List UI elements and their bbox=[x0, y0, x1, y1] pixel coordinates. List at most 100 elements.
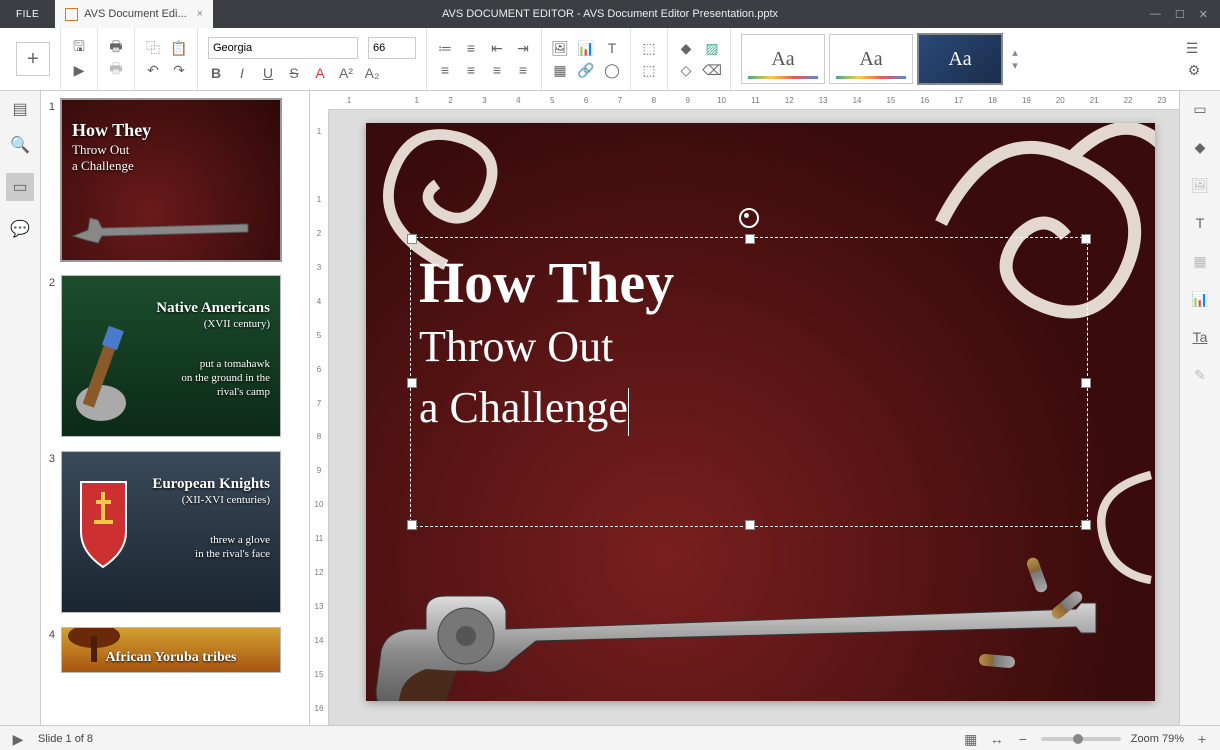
paste-icon[interactable]: 📋 bbox=[171, 40, 187, 56]
theme-option-1[interactable]: Aa bbox=[741, 34, 825, 84]
clear-style-icon[interactable]: ⌫ bbox=[704, 62, 720, 78]
resize-handle[interactable] bbox=[1081, 234, 1091, 244]
resize-handle[interactable] bbox=[1081, 378, 1091, 388]
slides-panel-icon[interactable]: ▭ bbox=[6, 173, 34, 201]
current-slide[interactable]: How They Throw Out a Challenge bbox=[366, 123, 1155, 701]
comments-icon[interactable]: 💬 bbox=[12, 221, 28, 237]
font-name-select[interactable] bbox=[208, 37, 358, 59]
print-icon[interactable]: 🖶 bbox=[108, 40, 124, 56]
align-center-icon[interactable]: ≡ bbox=[463, 62, 479, 78]
title-line-2: Throw Out bbox=[419, 322, 1079, 373]
zoom-in-icon[interactable]: + bbox=[1194, 731, 1210, 747]
resize-handle[interactable] bbox=[407, 378, 417, 388]
save-icon[interactable]: 🖫 bbox=[71, 40, 87, 56]
fit-slide-icon[interactable]: ▦ bbox=[963, 731, 979, 747]
italic-icon[interactable]: I bbox=[234, 65, 250, 81]
slide-number: 1 bbox=[45, 99, 55, 261]
presentation-icon bbox=[65, 8, 78, 21]
align-right-icon[interactable]: ≡ bbox=[489, 62, 505, 78]
theme-more-button[interactable]: ▴▾ bbox=[1007, 35, 1023, 83]
table-settings-icon[interactable]: ▦ bbox=[1192, 253, 1208, 269]
slide-number: 3 bbox=[45, 451, 55, 613]
undo-icon[interactable]: ↶ bbox=[145, 62, 161, 78]
decrease-indent-icon[interactable]: ⇤ bbox=[489, 40, 505, 56]
superscript-icon[interactable]: A² bbox=[338, 65, 354, 81]
rotate-handle-icon[interactable] bbox=[739, 208, 759, 228]
underline-icon[interactable]: U bbox=[260, 65, 276, 81]
signature-settings-icon[interactable]: ✎ bbox=[1192, 367, 1208, 383]
subscript-icon[interactable]: A₂ bbox=[364, 65, 380, 81]
titlebar: FILE AVS Document Edi... × AVS DOCUMENT … bbox=[0, 0, 1220, 28]
title-line-1: How They bbox=[419, 254, 1079, 312]
insert-table-icon[interactable]: ▦ bbox=[552, 62, 568, 78]
image-settings-icon[interactable]: 🖼 bbox=[1192, 177, 1208, 193]
theme-option-3[interactable]: Aa bbox=[917, 33, 1003, 85]
numbering-icon[interactable]: ≡ bbox=[463, 40, 479, 56]
close-tab-icon[interactable]: × bbox=[197, 8, 203, 20]
slide-thumb-4[interactable]: African Yoruba tribes bbox=[61, 627, 281, 673]
vertical-ruler: 112345678910111213141516 bbox=[310, 109, 329, 725]
zoom-out-icon[interactable]: − bbox=[1015, 731, 1031, 747]
search-icon[interactable]: 🔍 bbox=[12, 137, 28, 153]
left-sidebar: ▤ 🔍 ▭ 💬 bbox=[0, 91, 41, 725]
close-window-icon[interactable]: ✕ bbox=[1199, 8, 1208, 21]
editor-canvas: 11234567891011121314151617181920212223 1… bbox=[310, 91, 1179, 725]
shape-fill-icon[interactable]: ◆ bbox=[678, 40, 694, 56]
zoom-slider[interactable] bbox=[1041, 737, 1121, 741]
slide-settings-icon[interactable]: ▭ bbox=[1192, 101, 1208, 117]
maximize-icon[interactable]: ☐ bbox=[1175, 8, 1185, 21]
insert-chart-icon[interactable]: 📊 bbox=[578, 40, 594, 56]
textart-settings-icon[interactable]: Ta bbox=[1192, 329, 1208, 345]
arrange-icon[interactable]: ⬚ bbox=[641, 40, 657, 56]
right-sidebar: ▭ ◆ 🖼 T ▦ 📊 Ta ✎ bbox=[1179, 91, 1220, 725]
start-slideshow-icon[interactable]: ▶ bbox=[10, 731, 26, 747]
fit-width-icon[interactable]: ↔ bbox=[989, 731, 1005, 747]
chart-settings-icon[interactable]: 📊 bbox=[1192, 291, 1208, 307]
copy-icon[interactable]: ⿻ bbox=[145, 40, 161, 56]
font-size-select[interactable] bbox=[368, 37, 416, 59]
slide-thumb-3[interactable]: European Knights (XII-XVI centuries) thr… bbox=[61, 451, 281, 613]
slide-thumb-1[interactable]: How They Throw Out a Challenge bbox=[61, 99, 281, 261]
resize-handle[interactable] bbox=[407, 234, 417, 244]
shape-outline-icon[interactable]: ◇ bbox=[678, 62, 694, 78]
horizontal-ruler: 11234567891011121314151617181920212223 bbox=[310, 91, 1179, 110]
font-color-icon[interactable]: A bbox=[312, 65, 328, 81]
resize-handle[interactable] bbox=[1081, 520, 1091, 530]
text-settings-icon[interactable]: T bbox=[1192, 215, 1208, 231]
increase-indent-icon[interactable]: ⇥ bbox=[515, 40, 531, 56]
slide-background-icon[interactable]: ▨ bbox=[704, 40, 720, 56]
align-left-icon[interactable]: ≡ bbox=[437, 62, 453, 78]
view-settings-icon[interactable]: ☰ bbox=[1184, 40, 1200, 56]
quick-print-icon[interactable]: 🖶 bbox=[108, 62, 124, 78]
play-slideshow-icon[interactable]: ▶ bbox=[71, 62, 87, 78]
statusbar: ▶ Slide 1 of 8 ▦ ↔ − Zoom 79% + bbox=[0, 725, 1220, 750]
insert-text-icon[interactable]: T bbox=[604, 40, 620, 56]
redo-icon[interactable]: ↷ bbox=[171, 62, 187, 78]
theme-option-2[interactable]: Aa bbox=[829, 34, 913, 84]
insert-link-icon[interactable]: 🔗 bbox=[578, 62, 594, 78]
file-menu-tab[interactable]: FILE bbox=[0, 0, 55, 28]
slide-thumb-2[interactable]: Native Americans (XVII century) put a to… bbox=[61, 275, 281, 437]
slides-panel: 1 How They Throw Out a Challenge 2 Nativ… bbox=[41, 91, 310, 725]
align-objects-icon[interactable]: ⬚ bbox=[641, 62, 657, 78]
align-justify-icon[interactable]: ≡ bbox=[515, 62, 531, 78]
document-tab[interactable]: AVS Document Edi... × bbox=[55, 0, 213, 28]
slide-indicator: Slide 1 of 8 bbox=[38, 733, 93, 745]
title-text-box[interactable]: How They Throw Out a Challenge bbox=[410, 237, 1088, 527]
insert-shape-icon[interactable]: ◯ bbox=[604, 62, 620, 78]
insert-image-icon[interactable]: 🖼 bbox=[552, 40, 568, 56]
shape-settings-icon[interactable]: ◆ bbox=[1192, 139, 1208, 155]
toolbar: + 🖫 ▶ 🖶 🖶 ⿻ 📋 ↶ ↷ B I bbox=[0, 28, 1220, 91]
bold-icon[interactable]: B bbox=[208, 65, 224, 81]
settings-gear-icon[interactable]: ⚙ bbox=[1184, 62, 1204, 78]
revolver-illustration bbox=[366, 541, 1116, 701]
zoom-label: Zoom 79% bbox=[1131, 733, 1184, 745]
resize-handle[interactable] bbox=[745, 234, 755, 244]
strikethrough-icon[interactable]: S bbox=[286, 65, 302, 81]
add-slide-button[interactable]: + bbox=[16, 42, 50, 76]
bullets-icon[interactable]: ≔ bbox=[437, 40, 453, 56]
minimize-icon[interactable]: — bbox=[1150, 8, 1161, 21]
resize-handle[interactable] bbox=[745, 520, 755, 530]
resize-handle[interactable] bbox=[407, 520, 417, 530]
file-panel-icon[interactable]: ▤ bbox=[12, 101, 28, 117]
